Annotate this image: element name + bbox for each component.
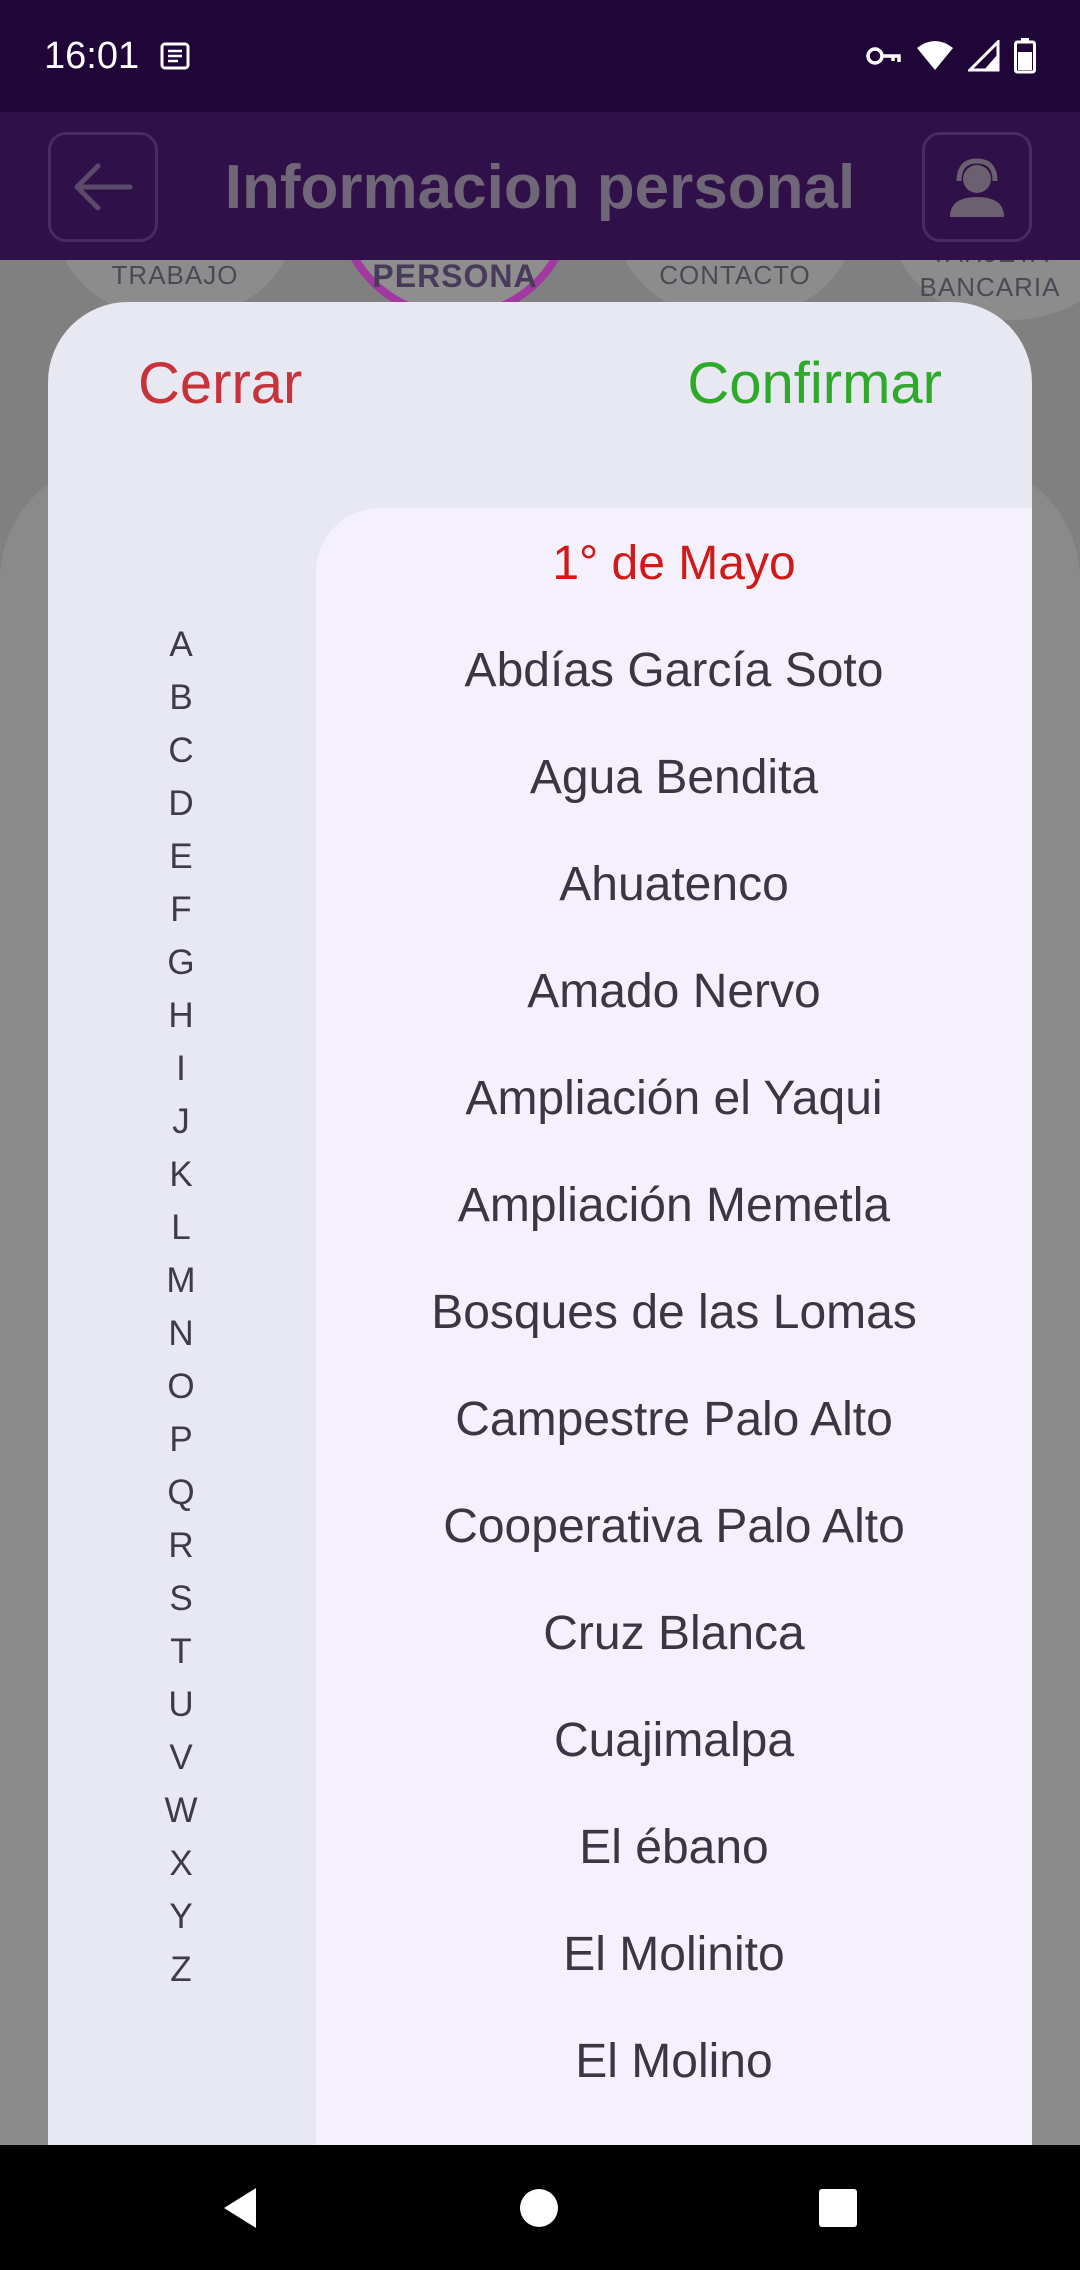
list-item[interactable]: Campestre Palo Alto (316, 1366, 1032, 1473)
alphabet-letter-o[interactable]: O (148, 1360, 214, 1413)
alphabet-letter-p[interactable]: P (148, 1413, 214, 1466)
alphabet-letter-d[interactable]: D (148, 777, 214, 830)
nav-recents-icon[interactable] (810, 2180, 866, 2236)
list-item[interactable]: Cooperativa Palo Alto (316, 1473, 1032, 1580)
list-item[interactable]: Agua Bendita (316, 724, 1032, 831)
cell-signal-icon (968, 40, 1000, 72)
alphabet-letter-r[interactable]: R (148, 1519, 214, 1572)
alphabet-letter-a[interactable]: A (148, 618, 214, 671)
alphabet-letter-i[interactable]: I (148, 1042, 214, 1095)
nav-home-icon[interactable] (511, 2180, 567, 2236)
list-item[interactable]: El Molino (316, 2008, 1032, 2115)
alphabet-letter-h[interactable]: H (148, 989, 214, 1042)
alphabet-letter-q[interactable]: Q (148, 1466, 214, 1519)
list-item[interactable]: Ampliación Memetla (316, 1152, 1032, 1259)
alphabet-letter-m[interactable]: M (148, 1254, 214, 1307)
list-item[interactable]: Cuajimalpa (316, 1687, 1032, 1794)
alphabet-letter-n[interactable]: N (148, 1307, 214, 1360)
status-bar: 16:01 (0, 0, 1080, 112)
colonia-list[interactable]: 1° de Mayo Abdías García Soto Agua Bendita… (316, 508, 1032, 2145)
alphabet-letter-c[interactable]: C (148, 724, 214, 777)
step-label-contacto: CONTACTO (659, 260, 811, 290)
list-item[interactable]: Cruz Blanca (316, 1580, 1032, 1687)
list-item[interactable]: El ébano (316, 1794, 1032, 1901)
step-label-bancaria: BANCARIA (919, 272, 1061, 302)
status-time: 16:01 (44, 34, 140, 77)
battery-icon (1014, 38, 1036, 74)
step-label-persona: PERSONA (372, 260, 538, 294)
list-item[interactable]: Bosques de las Lomas (316, 1259, 1032, 1366)
alphabet-letter-e[interactable]: E (148, 830, 214, 883)
list-item[interactable]: Ampliación el Yaqui (316, 1045, 1032, 1152)
alphabet-letter-k[interactable]: K (148, 1148, 214, 1201)
support-button[interactable] (922, 132, 1032, 242)
list-item[interactable]: Abdías García Soto (316, 617, 1032, 724)
list-item[interactable]: El Molinito (316, 1901, 1032, 2008)
wifi-icon (917, 41, 953, 70)
alphabet-letter-l[interactable]: L (148, 1201, 214, 1254)
alphabet-letter-j[interactable]: J (148, 1095, 214, 1148)
list-item[interactable]: Amado Nervo (316, 938, 1032, 1045)
system-nav-bar (0, 2145, 1080, 2270)
alphabet-letter-g[interactable]: G (148, 936, 214, 989)
page-title: Informacion personal (224, 153, 856, 222)
alphabet-letter-s[interactable]: S (148, 1572, 214, 1625)
vpn-key-icon (866, 47, 901, 65)
confirm-button[interactable]: Confirmar (687, 350, 942, 417)
list-item[interactable]: Ahuatenco (316, 831, 1032, 938)
step-label-tarjeta: TARJETA (900, 260, 1080, 269)
close-button[interactable]: Cerrar (138, 350, 302, 417)
alphabet-letter-u[interactable]: U (148, 1678, 214, 1731)
alphabet-letter-w[interactable]: W (148, 1784, 214, 1837)
app-bar: Informacion personal (0, 112, 1080, 260)
step-label-trabajo: TRABAJO (111, 260, 239, 290)
picker-sheet: Cerrar Confirmar ABCDEFGHIJKLMNOPQRSTUVW… (48, 302, 1032, 2145)
alphabet-letter-t[interactable]: T (148, 1625, 214, 1678)
status-icons (866, 38, 1036, 74)
alphabet-letter-v[interactable]: V (148, 1731, 214, 1784)
alphabet-index[interactable]: ABCDEFGHIJKLMNOPQRSTUVWXYZ (148, 618, 214, 1996)
list-item[interactable]: 1° de Mayo (316, 510, 1032, 617)
notification-icon (160, 42, 190, 70)
nav-back-icon[interactable] (212, 2180, 268, 2236)
alphabet-letter-f[interactable]: F (148, 883, 214, 936)
alphabet-letter-b[interactable]: B (148, 671, 214, 724)
alphabet-letter-y[interactable]: Y (148, 1890, 214, 1943)
support-agent-icon (950, 158, 1004, 217)
alphabet-letter-x[interactable]: X (148, 1837, 214, 1890)
alphabet-letter-z[interactable]: Z (148, 1943, 214, 1996)
